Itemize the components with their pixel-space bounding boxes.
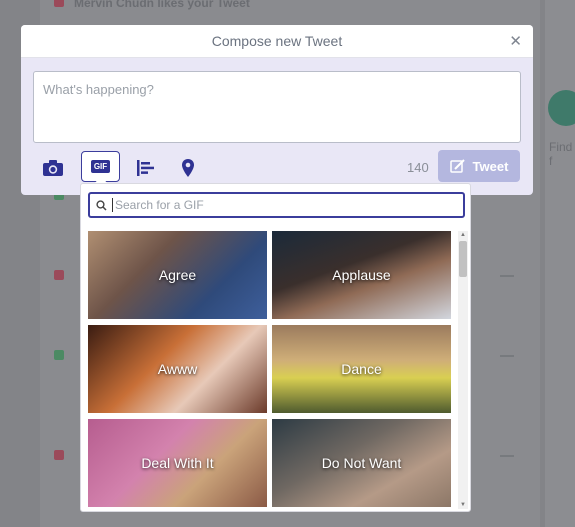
add-location-button[interactable] — [178, 154, 198, 182]
bg-retweet-icon — [54, 350, 64, 360]
scroll-thumb[interactable] — [459, 241, 467, 277]
bg-divider — [500, 355, 514, 357]
gif-category-agree[interactable]: Agree — [88, 231, 267, 319]
scroll-down-arrow-icon[interactable]: ▼ — [460, 502, 466, 508]
search-icon — [96, 199, 108, 211]
bg-divider — [500, 275, 514, 277]
bg-find-link: Find f — [549, 140, 573, 168]
character-counter: 140 — [407, 160, 429, 175]
location-pin-icon — [182, 159, 194, 177]
background-sidebar: Find f — [545, 0, 575, 527]
compose-quill-icon — [449, 159, 465, 173]
gif-category-do-not-want[interactable]: Do Not Want — [272, 419, 451, 507]
gif-grid-scrollbar[interactable]: ▲ ▼ — [458, 231, 468, 509]
modal-title: Compose new Tweet — [211, 33, 343, 49]
gif-picker-panel: Search for a GIF Agree Applause Awww Dan… — [80, 183, 471, 512]
gif-category-label: Agree — [158, 267, 197, 283]
gif-category-dance[interactable]: Dance — [272, 325, 451, 413]
bg-notification-text: Mervin Chudn likes your Tweet — [74, 0, 250, 10]
gif-search-input[interactable]: Search for a GIF — [88, 192, 465, 218]
camera-icon — [43, 160, 63, 176]
poll-icon — [137, 160, 154, 176]
modal-header: Compose new Tweet ✕ — [21, 25, 533, 58]
tweet-textarea[interactable]: What's happening? — [33, 71, 521, 143]
gif-category-label: Deal With It — [141, 455, 214, 471]
gif-category-awww[interactable]: Awww — [88, 325, 267, 413]
bg-heart-icon — [54, 270, 64, 280]
compose-tweet-modal: Compose new Tweet ✕ What's happening? GI… — [21, 25, 533, 195]
tweet-button[interactable]: Tweet — [438, 150, 520, 182]
bg-divider — [500, 455, 514, 457]
gif-category-label: Applause — [332, 267, 391, 283]
tweet-textarea-placeholder: What's happening? — [43, 82, 154, 97]
gif-category-label: Do Not Want — [321, 455, 402, 471]
add-photo-button[interactable] — [40, 154, 66, 182]
bg-heart-icon — [54, 450, 64, 460]
add-poll-button[interactable] — [134, 154, 158, 182]
gif-category-label: Dance — [341, 361, 382, 377]
gif-category-grid: Agree Applause Awww Dance Deal With It D… — [88, 231, 451, 509]
bg-heart-icon — [54, 0, 64, 7]
gif-category-applause[interactable]: Applause — [272, 231, 451, 319]
tweet-button-label: Tweet — [472, 158, 509, 174]
gif-icon: GIF — [90, 160, 111, 173]
gif-category-label: Awww — [157, 361, 198, 377]
scroll-up-arrow-icon[interactable]: ▲ — [460, 232, 466, 238]
gif-category-deal-with-it[interactable]: Deal With It — [88, 419, 267, 507]
close-icon[interactable]: ✕ — [509, 32, 522, 50]
gif-search-placeholder: Search for a GIF — [112, 198, 204, 212]
